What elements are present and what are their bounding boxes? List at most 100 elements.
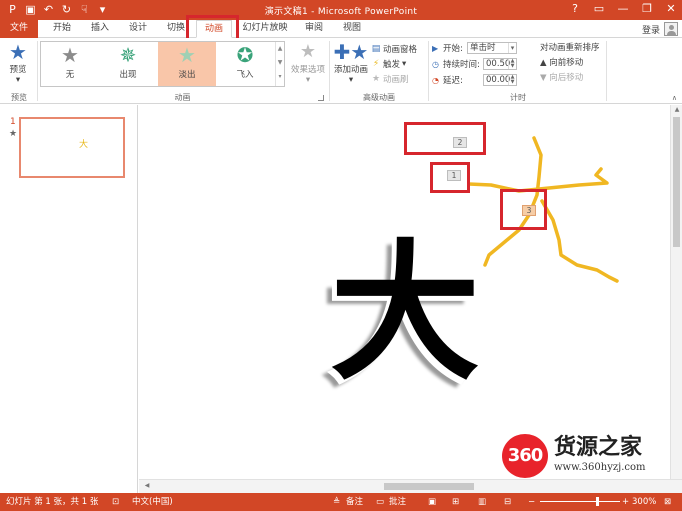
zoom-in-icon[interactable]: +	[622, 496, 629, 508]
ribbon-display-options-icon[interactable]: ▭	[592, 2, 606, 16]
zoom-slider-knob[interactable]	[596, 497, 599, 506]
animation-label: 出现	[119, 70, 137, 80]
chevron-down-icon: ▾	[305, 75, 311, 85]
slide-canvas[interactable]: 大 1 2 3	[139, 105, 670, 479]
tab-slideshow[interactable]: 幻灯片放映	[238, 20, 292, 38]
fit-slide-icon[interactable]: ⊠	[664, 496, 671, 508]
watermark-title: 货源之家	[554, 434, 643, 460]
tab-home[interactable]: 开始	[48, 20, 76, 38]
star-icon: ★	[61, 43, 79, 67]
timing-duration-label: 持续时间:	[443, 60, 480, 70]
slideshow-icon[interactable]: ⊟	[504, 496, 511, 508]
slide-thumbnail-panel: 1 ★ 大	[0, 105, 138, 493]
close-icon[interactable]: ✕	[664, 2, 678, 16]
animation-painter-label: 动画刷	[383, 74, 409, 85]
slide-number: 1	[10, 117, 16, 127]
trigger-button[interactable]: ⚡ 触发 ▾	[371, 57, 406, 70]
effect-options-button[interactable]: ★ 效果选项 ▾	[288, 41, 328, 89]
animation-painter-button[interactable]: ★ 动画刷	[371, 72, 409, 85]
group-label-preview: 预览	[11, 93, 27, 102]
watermark: 360 货源之家 www.360hyzj.com	[502, 434, 682, 478]
animation-pane-button[interactable]: ▤ 动画窗格	[371, 42, 417, 55]
chevron-down-icon: ▾	[508, 43, 516, 53]
login-link[interactable]: 登录	[642, 23, 660, 36]
trigger-icon: ⚡	[372, 58, 380, 69]
restore-icon[interactable]: ❐	[640, 2, 654, 16]
animation-label: 无	[65, 70, 75, 80]
title-bar: P ▣ ↶ ↻ ☟ ▾ 演示文稿1 - Microsoft PowerPoint…	[0, 0, 682, 20]
zoom-slider-track[interactable]	[540, 501, 620, 502]
reading-view-icon[interactable]: ▥	[478, 496, 486, 508]
spellcheck-icon[interactable]: ⊡	[112, 496, 119, 508]
animation-fade[interactable]: ★ 淡出	[158, 42, 216, 86]
trigger-label: 触发	[383, 59, 401, 70]
highlight-tag-2	[404, 122, 486, 155]
gallery-scroll[interactable]: ▲ ▼ ▾	[275, 42, 284, 86]
vertical-scroll-thumb[interactable]	[673, 117, 680, 247]
group-separator	[37, 41, 38, 101]
add-animation-button[interactable]: ✚★ 添加动画 ▾	[333, 41, 369, 89]
animation-appear[interactable]: ✵ 出现	[99, 42, 157, 86]
triangle-up-icon: ▲	[540, 58, 547, 68]
user-icon[interactable]	[664, 22, 678, 36]
group-separator	[428, 41, 429, 101]
effect-options-label: 效果选项	[290, 65, 325, 75]
effect-options-icon: ★	[299, 41, 317, 62]
ribbon: ★ 预览 ▾ 预览 ★ 无 ✵ 出现 ★ 淡出 ✪ 飞入 ▲ ▼ ▾ ★ 效果选项 …	[0, 38, 682, 104]
preview-label: 预览	[9, 65, 27, 75]
move-later-button[interactable]: ▼ 向后移动	[540, 71, 606, 86]
scroll-left-icon[interactable]: ◀	[142, 482, 152, 492]
timing-start-row: ▶ 开始: 单击时 ▾	[432, 41, 517, 55]
status-language[interactable]: 中文(中国)	[132, 496, 173, 508]
horizontal-scroll-thumb[interactable]	[384, 483, 474, 490]
preview-button[interactable]: ★ 预览 ▾	[3, 41, 33, 89]
spinner-icon[interactable]: ▲ ▼	[508, 75, 516, 85]
notes-icon[interactable]: ≜	[333, 496, 340, 508]
star-icon: ✵	[119, 43, 137, 67]
scroll-up-icon[interactable]: ▲	[672, 106, 682, 116]
ribbon-tabs: 文件 开始 插入 设计 切换 动画 幻灯片放映 审阅 视图 登录	[0, 20, 682, 38]
slide-thumbnail[interactable]: 大	[19, 117, 125, 178]
chevron-down-icon: ▾	[402, 58, 407, 69]
tab-view[interactable]: 视图	[338, 20, 366, 38]
stroke-right-fall	[540, 199, 619, 283]
dialog-launcher-icon[interactable]	[318, 95, 324, 101]
comments-button[interactable]: 批注	[389, 496, 406, 508]
collapse-ribbon-icon[interactable]: ∧	[672, 94, 677, 102]
normal-view-icon[interactable]: ▣	[428, 496, 436, 508]
move-earlier-button[interactable]: ▲ 向前移动	[540, 56, 606, 71]
timing-duration-input[interactable]: 00.50 ▲ ▼	[483, 58, 517, 70]
spinner-icon[interactable]: ▲ ▼	[508, 59, 516, 69]
preview-dropdown-icon: ▾	[15, 75, 21, 85]
add-animation-label: 添加动画	[333, 65, 368, 75]
timing-delay-label: 延迟:	[443, 76, 463, 86]
animation-none[interactable]: ★ 无	[41, 42, 99, 86]
tab-file[interactable]: 文件	[0, 20, 38, 38]
tab-insert[interactable]: 插入	[86, 20, 114, 38]
thumbnail-glyph: 大	[79, 140, 89, 150]
zoom-out-icon[interactable]: −	[528, 496, 535, 508]
comments-icon[interactable]: ▭	[376, 496, 384, 508]
timing-start-select[interactable]: 单击时 ▾	[467, 42, 517, 54]
timing-duration-value: 00.50	[486, 59, 511, 69]
animation-gallery: ★ 无 ✵ 出现 ★ 淡出 ✪ 飞入 ▲ ▼ ▾	[40, 41, 285, 87]
slide-glyph[interactable]: 大	[330, 233, 480, 393]
window-controls: ? ▭ — ❐ ✕	[568, 2, 678, 16]
help-icon[interactable]: ?	[568, 2, 582, 16]
preview-star-icon: ★	[9, 40, 27, 64]
status-slide-info: 幻灯片 第 1 张，共 1 张	[6, 497, 99, 507]
tab-design[interactable]: 设计	[124, 20, 152, 38]
triangle-down-icon: ▼	[540, 73, 547, 83]
slide-animation-marker: ★	[9, 129, 18, 139]
animation-fly-in[interactable]: ✪ 飞入	[216, 42, 274, 86]
tab-review[interactable]: 审阅	[300, 20, 328, 38]
horizontal-scrollbar[interactable]: ◀	[139, 479, 682, 493]
timing-delay-input[interactable]: 00.00 ▲ ▼	[483, 74, 517, 86]
minimize-icon[interactable]: —	[616, 2, 630, 16]
clock-icon: ◷	[432, 59, 439, 69]
slide-sorter-icon[interactable]: ⊞	[452, 496, 459, 508]
vertical-scrollbar[interactable]: ▲	[670, 105, 682, 479]
notes-button[interactable]: 备注	[346, 496, 363, 508]
zoom-level[interactable]: 300%	[632, 496, 656, 508]
animation-pane-label: 动画窗格	[383, 44, 418, 55]
